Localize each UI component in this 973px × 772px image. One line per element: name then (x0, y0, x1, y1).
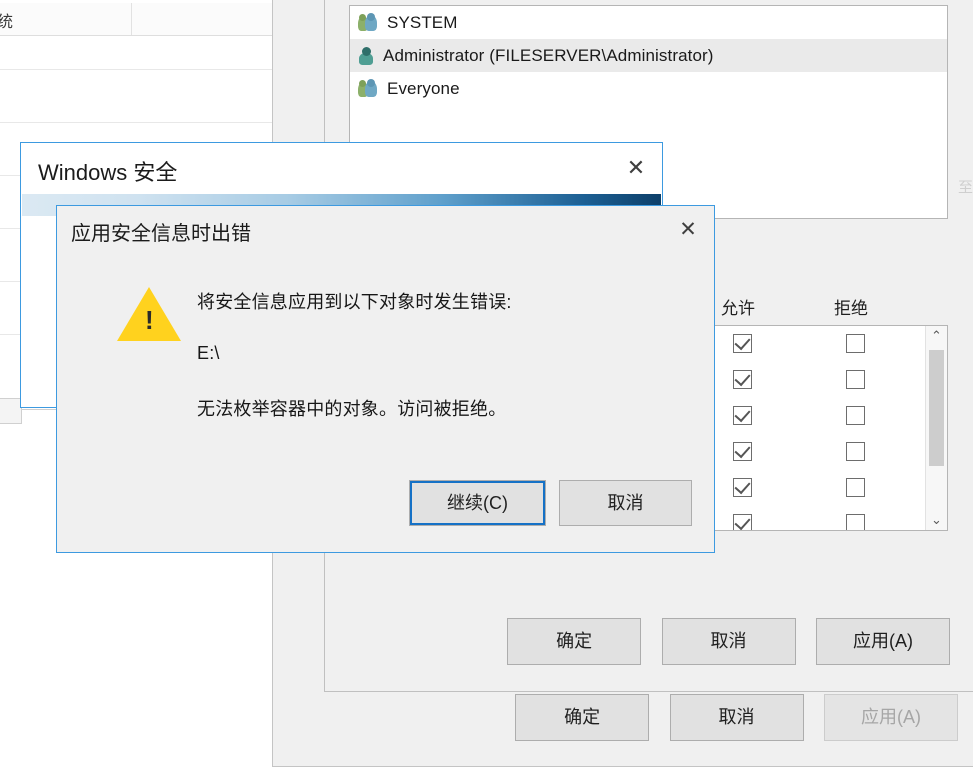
error-dialog-titlebar: 应用安全信息时出错 ✕ (57, 206, 714, 255)
scroll-down-icon[interactable]: ⌄ (926, 510, 947, 530)
windows-security-titlebar: Windows 安全 ✕ (21, 143, 662, 194)
deny-checkbox[interactable] (846, 478, 865, 497)
explorer-row-divider (0, 122, 291, 123)
allow-checkbox[interactable] (733, 406, 752, 425)
close-icon[interactable]: ✕ (610, 143, 662, 194)
error-object-path: E:\ (197, 343, 220, 363)
deny-checkbox[interactable] (846, 334, 865, 353)
explorer-row-divider (0, 69, 291, 70)
close-icon[interactable]: ✕ (662, 206, 714, 255)
error-message-line-1: 将安全信息应用到以下对象时发生错误: (197, 292, 512, 312)
permission-grid-scrollbar[interactable]: ⌃ ⌄ (925, 326, 947, 530)
scrollbar-thumb[interactable] (929, 350, 944, 466)
right-edge-glyph: 至 (957, 179, 973, 196)
warning-triangle-icon: ! (117, 287, 181, 341)
allow-checkbox[interactable] (733, 514, 752, 530)
users-group-icon (358, 78, 378, 98)
deny-checkbox[interactable] (846, 370, 865, 389)
permissions-cancel-button[interactable]: 取消 (661, 618, 796, 665)
error-message-line-3: 无法枚举容器中的对象。访问被拒绝。 (197, 399, 507, 419)
list-item[interactable]: Administrator (FILESERVER\Administrator) (350, 39, 947, 72)
column-divider (131, 3, 132, 35)
users-group-icon (358, 12, 378, 32)
explorer-column-label: 统 (0, 14, 14, 31)
cancel-button[interactable]: 取消 (559, 480, 692, 526)
principal-name: Everyone (387, 78, 460, 98)
list-item[interactable]: SYSTEM (350, 6, 947, 39)
list-item[interactable]: Everyone (350, 72, 947, 105)
user-icon (358, 46, 374, 65)
allow-checkbox[interactable] (733, 442, 752, 461)
error-dialog-content: ! 将安全信息应用到以下对象时发生错误: E:\ 无法枚举容器中的对象。访问被拒… (57, 255, 714, 470)
security-error-dialog: 应用安全信息时出错 ✕ ! 将安全信息应用到以下对象时发生错误: E:\ 无法枚… (56, 205, 715, 553)
background-window-stub (0, 398, 22, 424)
deny-checkbox[interactable] (846, 406, 865, 425)
properties-cancel-button[interactable]: 取消 (669, 694, 804, 741)
scroll-up-icon[interactable]: ⌃ (926, 326, 947, 346)
explorer-column-header: 统 (0, 3, 291, 36)
continue-button[interactable]: 继续(C) (409, 480, 546, 526)
error-dialog-footer: 继续(C) 取消 (57, 470, 714, 552)
properties-apply-button: 应用(A) (824, 694, 958, 741)
column-header-allow: 允许 (721, 299, 755, 318)
principal-name: SYSTEM (387, 12, 458, 32)
dialog-title: 应用安全信息时出错 (71, 223, 251, 245)
deny-checkbox[interactable] (846, 442, 865, 461)
properties-ok-button[interactable]: 确定 (515, 694, 650, 741)
properties-button-row: 确定 取消 应用(A) (499, 694, 958, 741)
allow-checkbox[interactable] (733, 334, 752, 353)
allow-checkbox[interactable] (733, 370, 752, 389)
dialog-title: Windows 安全 (38, 160, 178, 185)
column-header-deny: 拒绝 (834, 299, 868, 318)
permissions-button-row: 确定 取消 应用(A) (491, 618, 950, 665)
permissions-apply-button[interactable]: 应用(A) (816, 618, 950, 665)
deny-checkbox[interactable] (846, 514, 865, 530)
allow-checkbox[interactable] (733, 478, 752, 497)
principal-name: Administrator (FILESERVER\Administrator) (383, 45, 714, 65)
permissions-ok-button[interactable]: 确定 (507, 618, 642, 665)
exclamation-mark: ! (145, 305, 154, 335)
